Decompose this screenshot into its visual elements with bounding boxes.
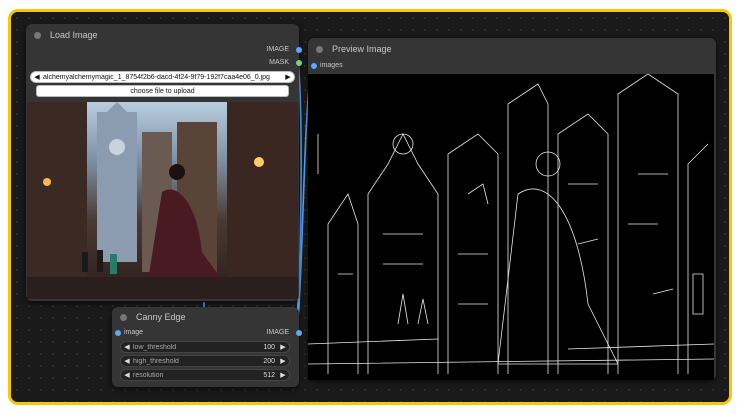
input-image-label: image [124,329,144,336]
decrement-icon[interactable]: ◀ [121,343,133,351]
output-image-label: IMAGE [266,329,289,336]
widget-label: low_threshold [133,343,177,351]
load-image-node[interactable]: Load Image IMAGE MASK ◀ alchemyalchemyma… [26,24,302,301]
widget-value: 512 [263,371,275,379]
preview-image-node-header[interactable]: Preview Image [308,38,716,60]
image-file-combo[interactable]: ◀ alchemyalchemymagic_1_8754f2b6-dacd-4f… [30,71,295,83]
increment-icon[interactable]: ▶ [277,343,289,351]
collapse-dot-icon[interactable] [120,313,127,321]
input-images-slot[interactable] [311,63,317,69]
high-threshold-widget[interactable]: ◀ high_threshold 200 ▶ [120,355,290,367]
collapse-dot-icon[interactable] [316,45,323,53]
node-title: Canny Edge [136,312,186,322]
widget-value: 200 [263,357,275,365]
increment-icon[interactable]: ▶ [277,357,289,365]
output-image-label: IMAGE [266,46,289,53]
collapse-dot-icon[interactable] [34,31,41,39]
upload-button[interactable]: choose file to upload [36,85,289,97]
output-image-slot[interactable] [296,330,302,336]
widget-label: high_threshold [133,357,179,365]
preview-image-output [308,74,714,380]
low-threshold-widget[interactable]: ◀ low_threshold 100 ▶ [120,341,290,353]
combo-prev-icon[interactable]: ◀ [31,73,43,81]
resolution-widget[interactable]: ◀ resolution 512 ▶ [120,369,290,381]
combo-next-icon[interactable]: ▶ [282,73,294,81]
node-graph-canvas[interactable]: Load Image IMAGE MASK ◀ alchemyalchemyma… [11,12,729,402]
decrement-icon[interactable]: ◀ [121,371,133,379]
widget-value: 100 [263,343,275,351]
city-scene-illustration [27,102,298,299]
preview-image-node[interactable]: Preview Image images [308,38,716,380]
widget-label: resolution [133,371,164,379]
node-title: Load Image [50,30,98,40]
canny-edge-node-header[interactable]: Canny Edge [112,307,299,327]
output-mask-slot[interactable] [296,60,302,66]
loaded-image-preview [27,102,298,299]
load-image-node-header[interactable]: Load Image [26,24,299,46]
decrement-icon[interactable]: ◀ [121,357,133,365]
input-images-label: images [320,62,343,69]
node-title: Preview Image [332,44,392,54]
screenshot-frame: Load Image IMAGE MASK ◀ alchemyalchemyma… [8,9,732,405]
increment-icon[interactable]: ▶ [277,371,289,379]
input-image-slot[interactable] [115,330,121,336]
output-mask-label: MASK [269,59,289,66]
output-image-slot[interactable] [296,47,302,53]
canny-edge-node[interactable]: Canny Edge image IMAGE ◀ low_threshold 1… [112,307,302,387]
canny-edge-lines [308,74,714,374]
image-file-value: alchemyalchemymagic_1_8754f2b6-dacd-4f24… [43,73,270,81]
